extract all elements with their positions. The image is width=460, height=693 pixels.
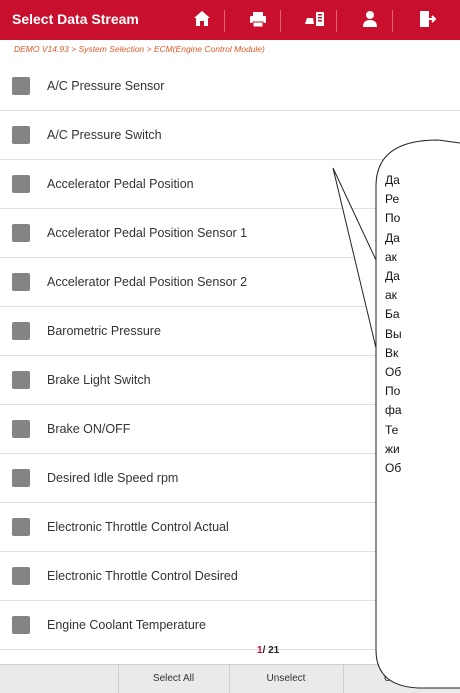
checkbox[interactable] xyxy=(12,224,30,242)
callout-line: По xyxy=(385,211,401,226)
list-item-label: Accelerator Pedal Position xyxy=(47,177,194,191)
checkbox[interactable] xyxy=(12,469,30,487)
page-indicator: 1/ 21 xyxy=(257,645,279,656)
list-item[interactable]: A/C Pressure Sensor xyxy=(0,62,460,111)
confirm-button[interactable]: Confirm xyxy=(343,665,460,693)
list-item-label: A/C Pressure Switch xyxy=(47,128,162,142)
list-item-label: Accelerator Pedal Position Sensor 1 xyxy=(47,226,248,240)
list-item-label: Brake ON/OFF xyxy=(47,422,131,436)
callout-line: Вы xyxy=(385,326,402,341)
list-item-label: Barometric Pressure xyxy=(47,324,161,338)
unselect-button[interactable]: Unselect xyxy=(229,665,343,693)
header-divider xyxy=(280,10,281,32)
callout-line: Об xyxy=(385,461,402,476)
callout-line: Вк xyxy=(385,345,399,360)
exit-icon[interactable] xyxy=(411,4,441,34)
list-item-label: Electronic Throttle Control Desired xyxy=(47,569,238,583)
list-item-label: Brake Light Switch xyxy=(47,373,151,387)
callout-line: фа xyxy=(385,403,402,418)
callout-line: Да xyxy=(385,269,400,284)
list-item-label: Accelerator Pedal Position Sensor 2 xyxy=(47,275,248,289)
vehicle-info-icon[interactable] xyxy=(299,4,329,34)
header-bar: Select Data Stream xyxy=(0,0,460,40)
bottom-toolbar: Select All Unselect Confirm xyxy=(0,664,460,693)
checkbox[interactable] xyxy=(12,175,30,193)
page-total: / 21 xyxy=(262,645,280,656)
breadcrumb: DEMO V14.93 > System Selection > ECM(Eng… xyxy=(0,40,460,58)
checkbox[interactable] xyxy=(12,322,30,340)
callout-line: Ба xyxy=(385,307,400,322)
home-icon[interactable] xyxy=(187,4,217,34)
list-item-label: Engine Coolant Temperature xyxy=(47,618,206,632)
list-item-label: Desired Idle Speed rpm xyxy=(47,471,179,485)
user-icon[interactable] xyxy=(355,4,385,34)
callout-line: Да xyxy=(385,173,400,187)
callout-line: Ре xyxy=(385,192,400,207)
callout-line: По xyxy=(385,384,401,399)
list-item-label: Electronic Throttle Control Actual xyxy=(47,520,229,534)
header-divider xyxy=(392,10,393,32)
callout-line: жи xyxy=(385,441,400,456)
checkbox[interactable] xyxy=(12,518,30,536)
print-icon[interactable] xyxy=(243,4,273,34)
callout-line: Да xyxy=(385,230,400,245)
list-item[interactable]: Electronic Throttle Control Desired xyxy=(0,552,460,601)
checkbox[interactable] xyxy=(12,420,30,438)
checkbox[interactable] xyxy=(12,616,30,634)
callout-text: Да Ре По Да ак Да ак Ба Вы Вк Об По фа Т… xyxy=(385,171,402,478)
callout-line: ак xyxy=(385,288,397,303)
list-item[interactable]: Engine Coolant Temperature xyxy=(0,601,460,650)
callout-line: ак xyxy=(385,249,397,264)
checkbox[interactable] xyxy=(12,126,30,144)
callout-line: Те xyxy=(385,422,399,437)
callout-line: Об xyxy=(385,365,402,380)
checkbox[interactable] xyxy=(12,371,30,389)
header-divider xyxy=(336,10,337,32)
select-all-button[interactable]: Select All xyxy=(118,665,229,693)
checkbox[interactable] xyxy=(12,77,30,95)
list-item[interactable]: A/C Pressure Switch xyxy=(0,111,460,160)
page-title: Select Data Stream xyxy=(12,11,139,27)
checkbox[interactable] xyxy=(12,567,30,585)
list-item-label: A/C Pressure Sensor xyxy=(47,79,165,93)
checkbox[interactable] xyxy=(12,273,30,291)
list-item[interactable]: Electronic Throttle Control Actual xyxy=(0,503,460,552)
header-divider xyxy=(224,10,225,32)
breadcrumb-text: DEMO V14.93 > System Selection > ECM(Eng… xyxy=(14,44,265,54)
